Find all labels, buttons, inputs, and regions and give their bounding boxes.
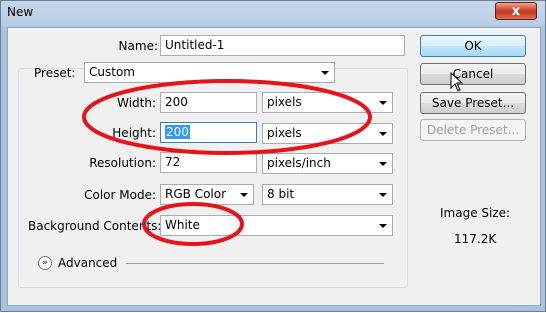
annotation-oval-size xyxy=(82,79,372,155)
new-document-dialog: New x Name: Untitled-1 Preset: Custom Wi… xyxy=(0,0,546,312)
annotation-oval-background xyxy=(142,202,244,246)
annotation-overlay xyxy=(82,79,372,246)
